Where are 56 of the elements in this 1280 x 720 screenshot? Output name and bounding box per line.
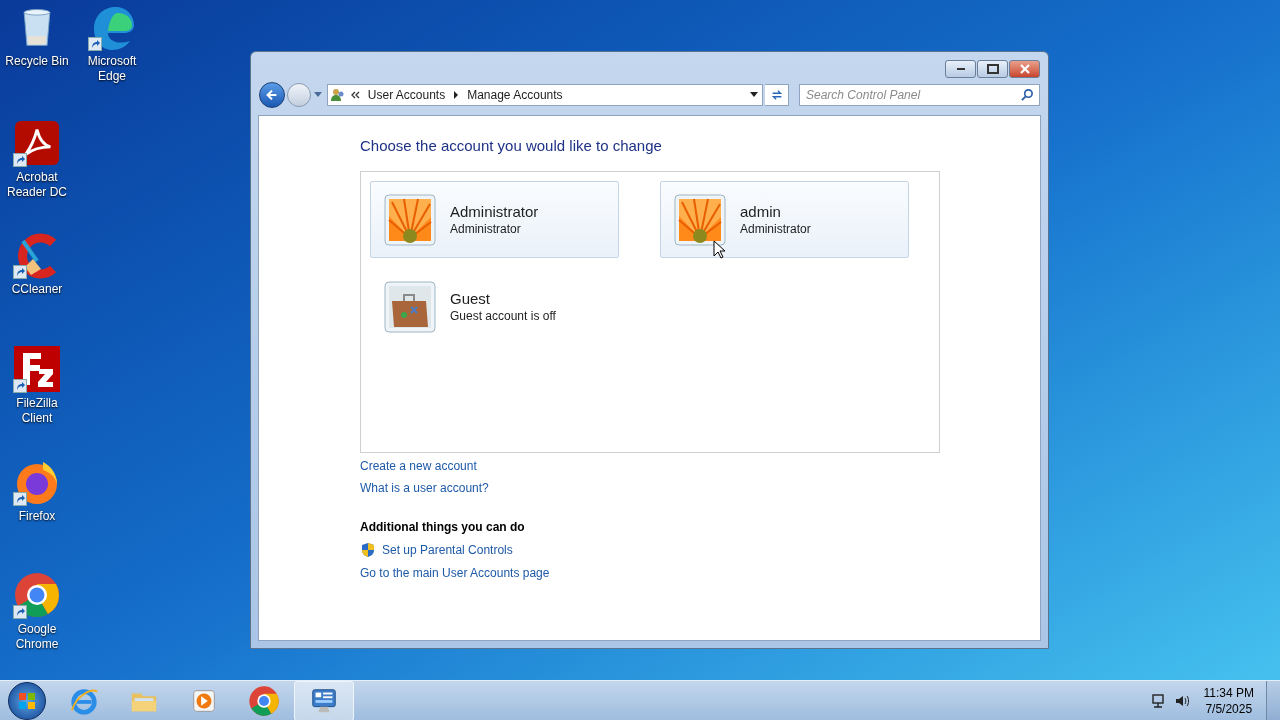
search-icon[interactable] (1021, 88, 1034, 101)
breadcrumb-item[interactable]: Manage Accounts (467, 86, 563, 104)
address-bar[interactable]: User Accounts Manage Accounts (326, 84, 764, 106)
back-button[interactable] (259, 82, 285, 108)
fz-logo-icon[interactable] (12, 344, 62, 394)
network-icon[interactable] (1149, 692, 1166, 709)
minimize-icon (956, 68, 965, 70)
maximize-icon (986, 64, 999, 74)
section-title: Additional things you can do (360, 519, 526, 535)
link[interactable]: What is a user account? (360, 480, 489, 496)
icon-label: Acrobat Reader DC (6, 170, 68, 200)
link[interactable]: Set up Parental Controls (382, 542, 513, 558)
users-icon (329, 87, 346, 103)
breadcrumb-arrow-icon[interactable] (453, 91, 460, 99)
mouse-pointer-icon (713, 240, 725, 259)
clock[interactable]: 11:34 PM 7/5/2025 (1203, 684, 1254, 717)
windows-logo-icon (17, 690, 37, 711)
maximize-button[interactable] (977, 60, 1008, 78)
account-tile[interactable]: Administrator Administrator (370, 181, 619, 258)
search-field[interactable]: Search Control Panel (799, 84, 1040, 106)
chrome-icon[interactable] (12, 570, 62, 620)
icon-label: FileZilla Client (15, 396, 59, 426)
show-desktop-button[interactable] (1266, 680, 1280, 720)
icon-label: Google Chrome (14, 622, 60, 652)
link[interactable]: Create a new account (360, 458, 477, 474)
account-tile[interactable]: admin Administrator (660, 181, 909, 258)
account-name: admin (740, 202, 782, 221)
document-logo-icon[interactable] (12, 118, 62, 168)
start-button[interactable] (8, 681, 46, 720)
chrome-icon (248, 684, 280, 717)
account-name: Administrator (450, 202, 539, 221)
flower-avatar-icon (674, 193, 726, 246)
icon-label: Firefox (17, 509, 57, 524)
refresh-icon (769, 88, 784, 102)
account-type: Administrator (740, 220, 811, 237)
icon-label: Microsoft Edge (86, 54, 138, 84)
page-heading: Choose the account you would like to change (360, 136, 663, 156)
overflow-chevron-icon[interactable] (349, 91, 360, 99)
flower-avatar-icon (384, 193, 436, 246)
recent-pages-dropdown-icon[interactable] (312, 92, 323, 98)
account-type: Guest account is off (450, 307, 556, 324)
taskbar-button[interactable] (294, 680, 354, 720)
breadcrumb-item[interactable]: User Accounts (367, 86, 446, 104)
shield-icon (360, 542, 376, 558)
account-tile[interactable]: Guest Guest account is off (370, 268, 619, 345)
close-icon (1019, 64, 1030, 74)
minimize-button[interactable] (945, 60, 976, 78)
account-type: Administrator (450, 220, 522, 237)
briefcase-avatar-icon (384, 280, 436, 333)
close-button[interactable] (1009, 60, 1040, 78)
link[interactable]: Go to the main User Accounts page (360, 565, 550, 581)
refresh-button[interactable] (765, 84, 789, 106)
icon-label: Recycle Bin (4, 54, 70, 69)
icon-label: CCleaner (10, 282, 64, 297)
account-name: Guest (450, 289, 492, 308)
back-arrow-icon (264, 88, 279, 102)
